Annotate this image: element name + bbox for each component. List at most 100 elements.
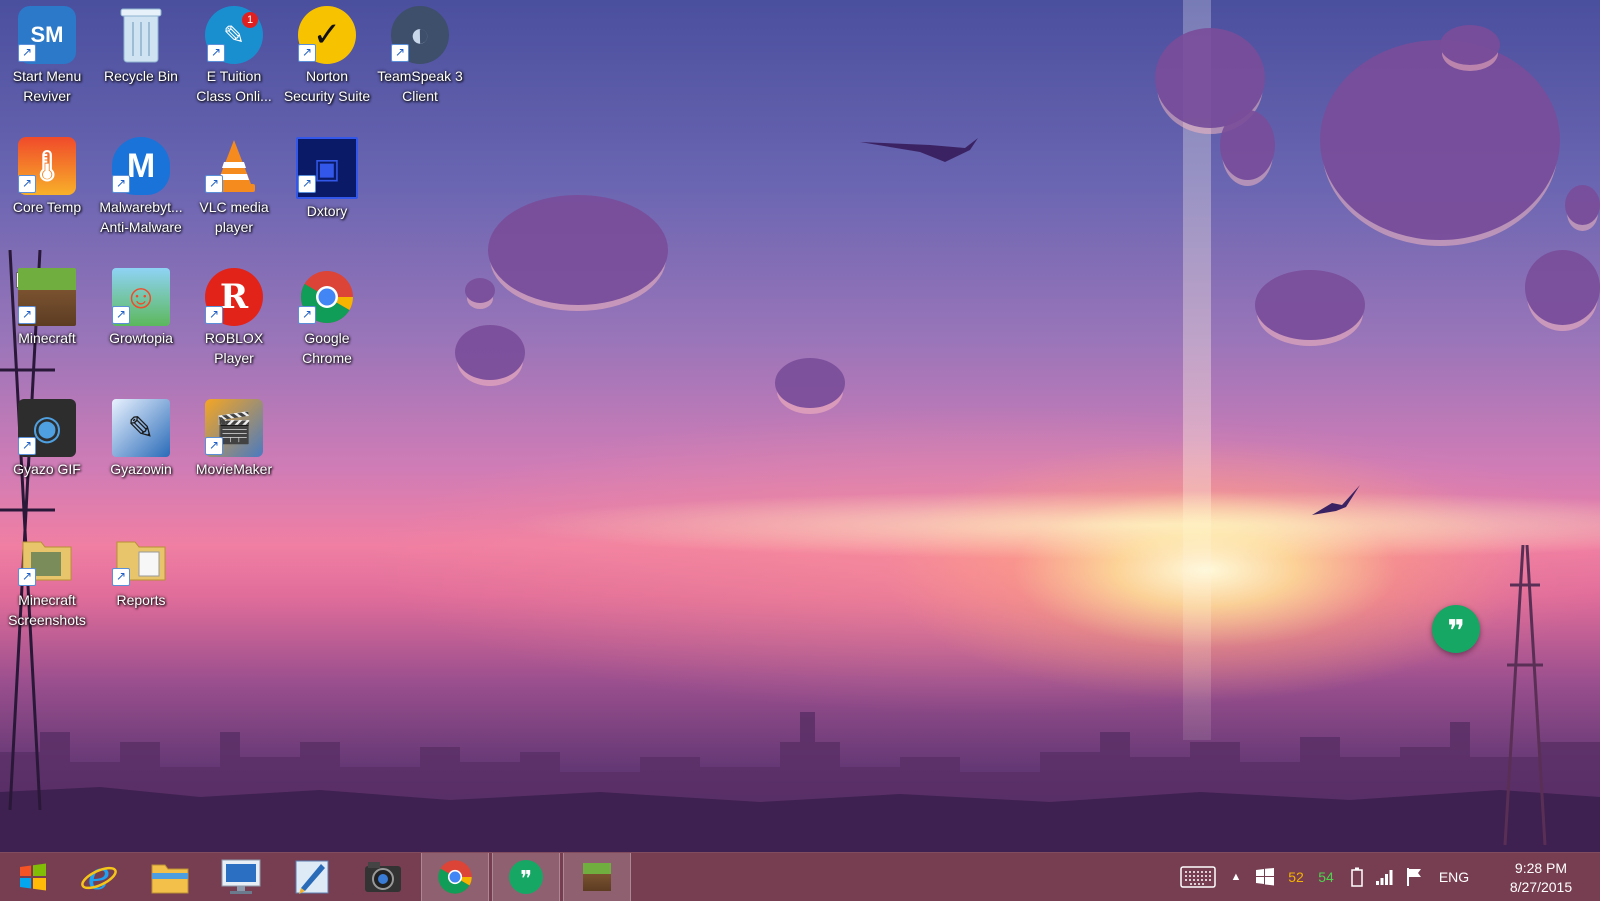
gyazo-gif-shortcut[interactable]: ◉ ↗ Gyazo GIF <box>0 393 94 515</box>
minecraft-taskbar-button[interactable] <box>563 853 631 901</box>
gyazowin-icon <box>295 860 329 894</box>
signal-bars-icon <box>1376 870 1393 885</box>
start-menu-reviver-shortcut[interactable]: SM ↗ Start Menu Reviver <box>0 0 94 122</box>
desktop-icon-label: VLC media player <box>199 199 269 235</box>
cloud <box>775 358 845 408</box>
shortcut-arrow-icon: ↗ <box>298 175 316 193</box>
quote-icon: ❞ <box>1447 615 1465 648</box>
desktop-background: SM ↗ Start Menu Reviver Recycle Bin ✎ ↗ 1… <box>0 0 1600 852</box>
cloud <box>1220 110 1275 180</box>
core-temp-shortcut[interactable]: 🌡 ↗ Core Temp <box>0 131 94 253</box>
desktop-icon-label: Recycle Bin <box>104 68 178 84</box>
internet-explorer-icon: e <box>81 858 117 896</box>
shortcut-arrow-icon: ↗ <box>205 306 223 324</box>
desktop-icon-label: Google Chrome <box>302 330 352 366</box>
dxtory-shortcut[interactable]: ▣ ↗ Dxtory <box>280 131 374 253</box>
keyboard-icon <box>1180 866 1216 888</box>
minecraft-shortcut[interactable]: ↗ Minecraft <box>0 262 94 384</box>
network-button[interactable] <box>1372 853 1396 901</box>
clock-time: 9:28 PM <box>1514 860 1568 876</box>
google-chrome-shortcut[interactable]: ↗ Google Chrome <box>280 262 374 384</box>
shortcut-arrow-icon: ↗ <box>112 568 130 586</box>
desktop-icon-label: ROBLOX Player <box>204 330 264 366</box>
cloud <box>1255 270 1365 340</box>
battery-button[interactable] <box>1346 853 1368 901</box>
teamspeak-shortcut[interactable]: ◐ ↗ TeamSpeak 3 Client <box>373 0 467 122</box>
cloud <box>1320 40 1560 240</box>
chevron-up-icon: ▲ <box>1230 871 1242 883</box>
cloud <box>1440 25 1500 65</box>
windows-tray-button[interactable] <box>1252 853 1278 901</box>
shortcut-arrow-icon: ↗ <box>298 44 316 62</box>
chrome-icon <box>438 860 472 894</box>
cloud <box>1565 185 1600 225</box>
desktop-icon-label: Malwarebyt... Anti-Malware <box>99 199 183 235</box>
cpu-temp-readout-2[interactable]: 54 <box>1312 853 1340 901</box>
desktop-icon-label: TeamSpeak 3 Client <box>377 68 463 104</box>
recycle-bin-icon <box>112 6 170 64</box>
camera-icon <box>365 862 401 892</box>
cloud <box>488 195 668 305</box>
internet-explorer-button[interactable]: e <box>66 853 132 901</box>
gyazowin-shortcut[interactable]: ✎ Gyazowin <box>94 393 188 515</box>
shortcut-arrow-icon: ↗ <box>18 437 36 455</box>
monitor-icon <box>221 859 261 894</box>
show-hidden-icons-button[interactable]: ▲ <box>1226 853 1246 901</box>
desktop-icon-label: Dxtory <box>306 203 348 219</box>
cloud <box>455 325 525 380</box>
desktop-icon-label: Norton Security Suite <box>283 68 371 104</box>
desktop-icon-label: E Tuition Class Onli... <box>196 68 272 104</box>
minecraft-icon <box>583 863 611 891</box>
desktop-icon-label: Growtopia <box>109 330 173 346</box>
reports-shortcut[interactable]: ↗ Reports <box>94 524 188 646</box>
desktop-icon-label: Minecraft Screenshots <box>8 592 86 628</box>
city-skyline <box>0 712 1600 852</box>
e-tuition-shortcut[interactable]: ✎ ↗ 1 E Tuition Class Onli... <box>187 0 281 122</box>
vlc-shortcut[interactable]: ↗ VLC media player <box>187 131 281 253</box>
monitor-app-button[interactable] <box>208 853 274 901</box>
gyazowin-icon: ✎ <box>112 399 170 457</box>
shortcut-arrow-icon: ↗ <box>18 175 36 193</box>
malwarebytes-shortcut[interactable]: M ↗ Malwarebyt... Anti-Malware <box>94 131 188 253</box>
file-explorer-button[interactable] <box>137 853 203 901</box>
minecraft-screenshots-shortcut[interactable]: ↗ Minecraft Screenshots <box>0 524 94 646</box>
taskbar-clock[interactable]: 9:28 PM 8/27/2015 <box>1496 859 1586 897</box>
shortcut-arrow-icon: ↗ <box>298 306 316 324</box>
input-language-button[interactable]: ENG <box>1434 853 1474 901</box>
hangouts-taskbar-button[interactable]: ❞ <box>492 853 560 901</box>
touch-keyboard-button[interactable] <box>1176 853 1220 901</box>
hangouts-icon: ❞ <box>509 860 543 894</box>
bird-silhouette <box>860 90 1010 162</box>
start-button[interactable] <box>0 853 66 901</box>
hangouts-chat-head[interactable]: ❞ <box>1432 605 1480 653</box>
shortcut-arrow-icon: ↗ <box>391 44 409 62</box>
horizon-glow <box>500 490 1600 560</box>
action-center-button[interactable] <box>1402 853 1428 901</box>
shortcut-arrow-icon: ↗ <box>205 175 223 193</box>
desktop-icon-label: Minecraft <box>18 330 76 346</box>
notification-badge: 1 <box>242 12 258 28</box>
power-pylon <box>1503 545 1547 845</box>
norton-shortcut[interactable]: ✓ ↗ Norton Security Suite <box>280 0 374 122</box>
chrome-taskbar-button[interactable] <box>421 853 489 901</box>
desktop-icon-label: MovieMaker <box>195 461 273 477</box>
gyazo-gif-taskbar-button[interactable] <box>350 853 416 901</box>
battery-icon <box>1351 867 1363 887</box>
growtopia-shortcut[interactable]: ☺ ↗ Growtopia <box>94 262 188 384</box>
recycle-bin-shortcut[interactable]: Recycle Bin <box>94 0 188 122</box>
taskbar: e ❞ ▲ 52 54 ENG 9:28 PM 8/27/2015 <box>0 852 1600 901</box>
moviemaker-shortcut[interactable]: 🎬 ↗ MovieMaker <box>187 393 281 515</box>
windows-logo-icon <box>20 863 46 891</box>
cpu-temp-readout-1[interactable]: 52 <box>1282 853 1310 901</box>
desktop-icon-label: Reports <box>116 592 166 608</box>
shortcut-arrow-icon: ↗ <box>18 44 36 62</box>
roblox-shortcut[interactable]: R ↗ ROBLOX Player <box>187 262 281 384</box>
gyazowin-taskbar-button[interactable] <box>279 853 345 901</box>
cloud <box>465 278 495 303</box>
bird-silhouette <box>1312 485 1360 515</box>
shortcut-arrow-icon: ↗ <box>112 175 130 193</box>
shortcut-arrow-icon: ↗ <box>18 568 36 586</box>
shortcut-arrow-icon: ↗ <box>112 306 130 324</box>
shortcut-arrow-icon: ↗ <box>205 437 223 455</box>
cloud <box>1525 250 1600 325</box>
